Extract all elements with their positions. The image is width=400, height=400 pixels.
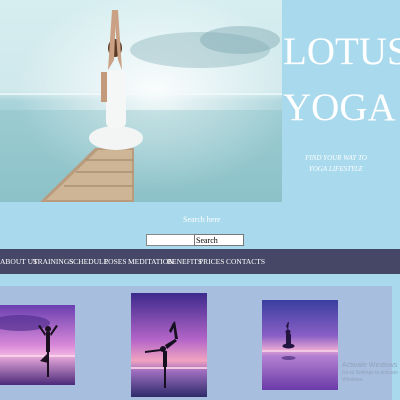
- brand-title: LOTUS YOGA: [283, 24, 400, 136]
- watermark-line2: Go to Settings to activate Windows.: [342, 370, 398, 383]
- activate-windows-watermark: Activate Windows Go to Settings to activ…: [342, 361, 400, 384]
- meditation-photo[interactable]: [262, 300, 338, 390]
- nav-item-prices[interactable]: PRICES: [199, 257, 224, 266]
- hero-image: [0, 0, 282, 202]
- nav-item-trainings[interactable]: TRAININGS: [33, 257, 73, 266]
- search-label: Search here: [183, 215, 221, 224]
- search-input[interactable]: [146, 234, 196, 246]
- brand-title-line1: LOTUS: [283, 30, 400, 73]
- nav-item-benefits[interactable]: BENEFITS: [167, 257, 202, 266]
- watermark-line1: Activate Windows: [342, 362, 398, 369]
- tree-pose-photo[interactable]: [0, 305, 75, 385]
- nav-item-schedule[interactable]: SCHEDULE: [69, 257, 108, 266]
- main-nav: ABOUT US TRAININGS SCHEDULE POSES MEDITA…: [0, 249, 400, 274]
- dancer-pose-photo[interactable]: [131, 293, 207, 397]
- search-button[interactable]: Search: [194, 234, 244, 246]
- yoga-pier-photo: [0, 0, 282, 202]
- nav-item-contacts[interactable]: CONTACTS: [226, 257, 265, 266]
- tagline-line1: FIND YOUR WAY TO: [305, 154, 367, 162]
- tagline: FIND YOUR WAY TO YOGA LIFESTYLE: [296, 153, 376, 175]
- tagline-line2: YOGA LIFESTYLE: [308, 165, 364, 173]
- nav-item-about-us[interactable]: ABOUT US: [0, 257, 37, 266]
- brand-title-line2: YOGA: [283, 86, 396, 129]
- nav-item-poses[interactable]: POSES: [104, 257, 127, 266]
